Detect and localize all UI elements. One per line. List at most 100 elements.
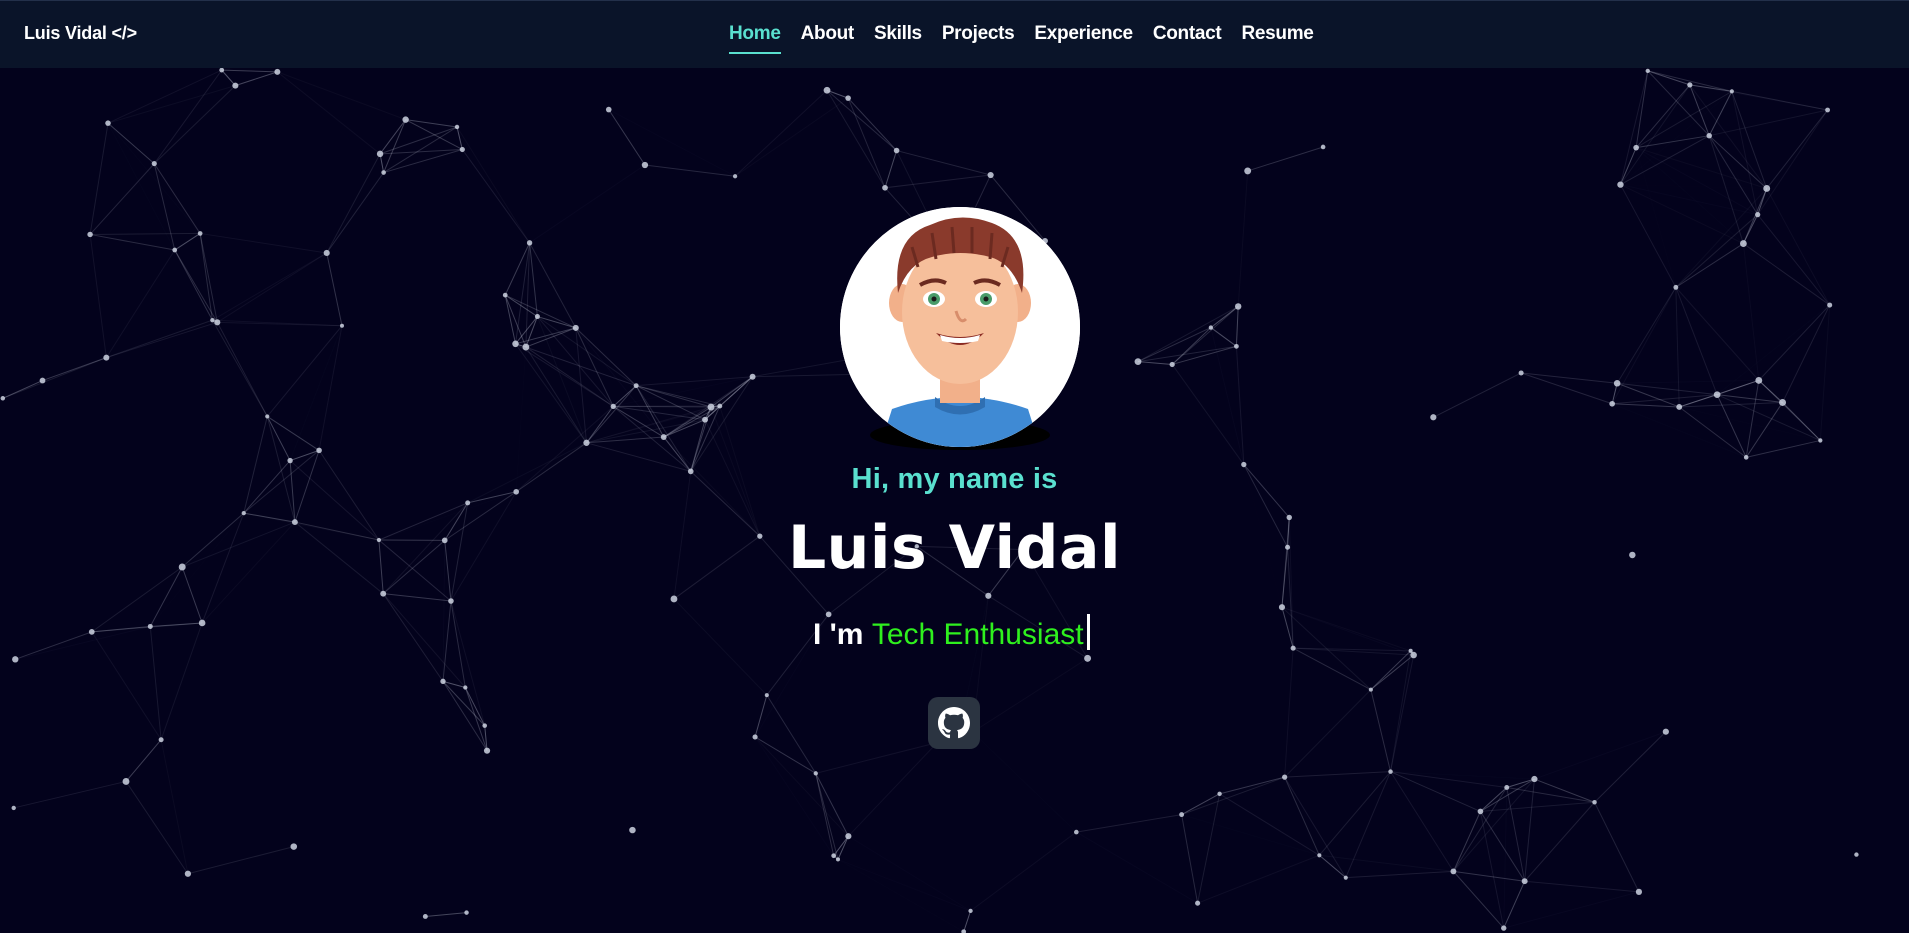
particle-node: [1320, 144, 1326, 150]
particle-link: [1524, 801, 1595, 882]
particle-node: [1410, 651, 1417, 659]
particle-link: [754, 736, 817, 774]
particle-link: [529, 242, 538, 317]
particle-link: [608, 109, 646, 166]
particle-link: [1636, 148, 1758, 215]
particle-link: [1504, 892, 1639, 928]
particle-link: [1675, 287, 1680, 407]
particle-link: [1138, 362, 1244, 465]
particle-link: [530, 165, 645, 243]
particle-link: [153, 69, 223, 164]
particle-link: [1675, 287, 1760, 381]
particle-node: [752, 734, 758, 740]
particle-node: [459, 146, 465, 153]
nav-link-experience[interactable]: Experience: [1034, 23, 1133, 45]
particle-node: [845, 833, 852, 840]
particle-node: [1179, 812, 1185, 818]
particle-link: [1636, 148, 1676, 288]
particle-node: [893, 147, 900, 154]
particle-link: [515, 327, 576, 345]
particle-link: [576, 328, 664, 437]
particle-link: [1453, 870, 1525, 882]
nav-link-projects[interactable]: Projects: [942, 23, 1015, 45]
particle-node: [1854, 852, 1859, 857]
particle-link: [754, 694, 768, 738]
particle-link: [1171, 306, 1239, 365]
particle-link: [1284, 771, 1391, 778]
particle-link: [1171, 364, 1245, 465]
particle-node: [1676, 404, 1683, 410]
particle-node: [1592, 800, 1597, 805]
github-button[interactable]: [928, 697, 980, 749]
particle-link: [1647, 70, 1732, 92]
particle-link: [15, 631, 92, 660]
particle-link: [1284, 776, 1347, 878]
nav-link-home[interactable]: Home: [729, 23, 781, 54]
particle-link: [457, 127, 530, 243]
particle-node: [184, 870, 192, 877]
particle-link: [1594, 731, 1667, 803]
particle-link: [963, 910, 972, 932]
particle-node: [1779, 398, 1787, 406]
particle-link: [1210, 306, 1239, 328]
particle-link: [277, 72, 383, 173]
particle-node: [1504, 785, 1510, 790]
nav-link-skills[interactable]: Skills: [874, 23, 922, 45]
particle-link: [1197, 793, 1221, 904]
particle-link: [1534, 732, 1665, 779]
particle-link: [294, 847, 426, 917]
particle-node: [463, 685, 468, 690]
particle-node: [376, 150, 384, 158]
particle-link: [266, 416, 291, 461]
particle-link: [382, 593, 444, 682]
particle-link: [187, 846, 294, 875]
particle-node: [512, 340, 519, 348]
particle-node: [274, 68, 281, 75]
nav-link-about[interactable]: About: [801, 23, 855, 45]
brand-logo[interactable]: Luis Vidal </>: [24, 23, 137, 44]
particle-node: [198, 619, 206, 627]
particle-link: [379, 119, 407, 155]
particle-link: [89, 234, 107, 358]
particle-node: [702, 416, 708, 423]
particle-node: [629, 826, 636, 834]
particle-link: [1620, 185, 1766, 189]
tagline-prefix: I 'm: [813, 618, 872, 651]
hero-name: Luis Vidal: [787, 513, 1122, 583]
particle-link: [1390, 771, 1454, 872]
particle-link: [525, 316, 538, 348]
particle-node: [1195, 900, 1201, 906]
particle-link: [1612, 403, 1680, 408]
particle-node: [1743, 455, 1749, 460]
particle-link: [14, 659, 16, 808]
particle-link: [826, 89, 897, 151]
particle-link: [107, 122, 155, 164]
particle-link: [636, 376, 753, 387]
particle-node: [1317, 853, 1322, 858]
particle-node: [670, 595, 678, 603]
particle-node: [641, 161, 649, 169]
particle-node: [12, 656, 19, 663]
particle-link: [383, 593, 452, 602]
particle-node: [219, 67, 225, 73]
nav-link-contact[interactable]: Contact: [1153, 23, 1222, 45]
particle-link: [464, 687, 488, 751]
nav-link-resume[interactable]: Resume: [1241, 23, 1313, 45]
particle-link: [1292, 647, 1372, 691]
particle-link: [815, 773, 849, 837]
particle-node: [987, 171, 994, 179]
particle-node: [583, 439, 590, 446]
particle-node: [1818, 438, 1823, 443]
particle-link: [91, 631, 162, 740]
particle-link: [673, 598, 768, 696]
particle-link: [755, 737, 838, 859]
particle-link: [1182, 815, 1320, 856]
particle-link: [1197, 854, 1320, 904]
particle-link: [199, 233, 213, 321]
particle-link: [211, 319, 268, 417]
particle-link: [515, 343, 587, 444]
tagline-role: Tech Enthusiast: [871, 618, 1084, 651]
particle-node: [381, 170, 386, 175]
particle-node: [882, 184, 888, 191]
particle-link: [1612, 380, 1759, 403]
